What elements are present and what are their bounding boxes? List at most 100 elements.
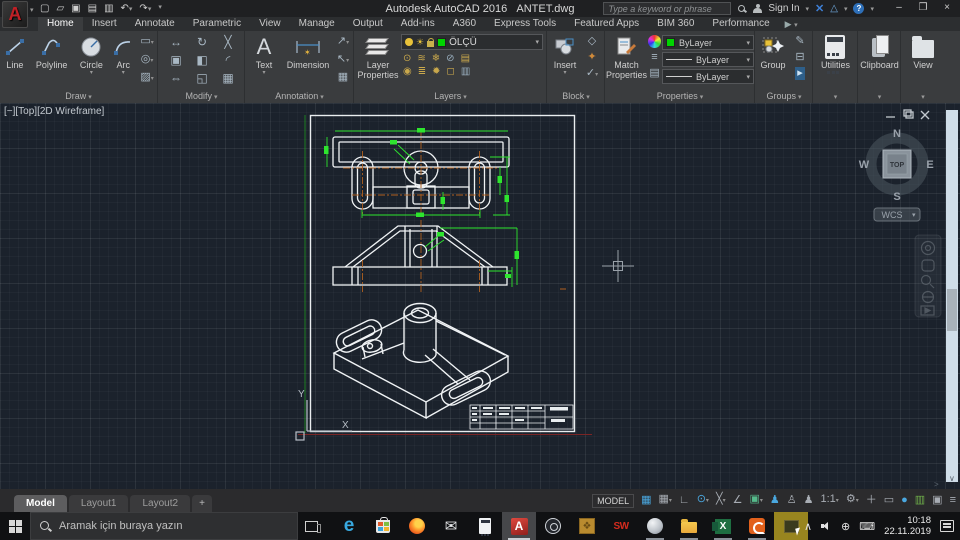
sign-in-button[interactable]: Sign In (768, 3, 799, 14)
linetype-dropdown[interactable]: ByLayer ▾ (662, 69, 754, 84)
navigation-bar[interactable] (914, 234, 942, 318)
new-layout-button[interactable]: + (192, 495, 212, 512)
wcs-dropdown[interactable]: WCS ▾ (873, 207, 921, 222)
polar-tracking-toggle-icon[interactable]: ⊙▾ (697, 488, 709, 513)
grid-display-toggle-icon[interactable]: ▦ (641, 489, 651, 512)
help-search-input[interactable] (603, 2, 732, 15)
taskbar-search-input[interactable] (59, 520, 269, 532)
layers-panel-title[interactable]: Layers (434, 91, 466, 101)
customization-menu-icon[interactable]: ≡ (950, 489, 956, 512)
properties-panel-title[interactable]: Properties (657, 91, 704, 101)
tab-featured-apps[interactable]: Featured Apps (565, 17, 648, 31)
model-space-toggle[interactable]: MODEL (592, 493, 635, 508)
rectangle-tool-icon[interactable]: ▭▾ (137, 35, 157, 50)
annotation-visibility-toggle-icon[interactable]: ♟ (770, 489, 780, 512)
isolate-objects-icon[interactable]: ● (901, 489, 908, 512)
tray-chevron-icon[interactable]: ∧ (804, 520, 812, 533)
tab-annotate[interactable]: Annotate (126, 17, 184, 31)
viewport-controls[interactable]: [−][Top][2D Wireframe] (4, 106, 104, 117)
layer-unlock-tool-icon[interactable]: ◻ (447, 66, 455, 78)
minimize-button[interactable]: – (888, 1, 910, 16)
text-button[interactable]: A Text ▾ (246, 31, 282, 89)
view-button[interactable]: View (912, 31, 934, 89)
annotation-monitor-icon[interactable]: ♟ (804, 489, 814, 512)
viewcube[interactable]: N S W E TOP (859, 128, 934, 203)
clipboard-button[interactable]: Clipboard (860, 31, 899, 89)
tab-express-tools[interactable]: Express Tools (485, 17, 565, 31)
match-properties-button[interactable]: Match Properties (606, 31, 647, 89)
table-tool-icon[interactable]: ▦ (334, 71, 352, 84)
groups-panel-title[interactable]: Groups (767, 91, 802, 101)
ungroup-tool-icon[interactable]: ✎ (795, 35, 804, 48)
group-button[interactable]: Group (756, 31, 790, 89)
open-file-icon[interactable]: ▱ (56, 3, 64, 14)
start-button[interactable] (0, 512, 30, 540)
layer-properties-button[interactable]: Layer Properties (355, 31, 401, 89)
layer-freeze-tool-icon[interactable]: ❄ (432, 53, 440, 65)
performance-recorder-icon[interactable]: ▶ ▾ (785, 17, 798, 31)
qat-customize-caret-icon[interactable]: ▾ (158, 3, 162, 14)
help-caret-icon[interactable]: ▾ (870, 5, 874, 13)
undo-icon[interactable]: ↶▾ (121, 3, 133, 14)
ellipse-tool-icon[interactable]: ◎▾ (137, 53, 157, 68)
edit-block-tool-icon[interactable]: ✦ (582, 51, 602, 64)
save-as-icon[interactable]: ▤ (88, 3, 97, 14)
clean-screen-icon[interactable]: ▣ (932, 489, 942, 512)
ortho-mode-toggle-icon[interactable]: ∟ (679, 489, 690, 512)
taskbar-search-box[interactable] (30, 512, 298, 540)
taskbar-file-explorer[interactable] (672, 512, 706, 540)
sign-in-person-icon[interactable] (753, 3, 763, 14)
arc-button[interactable]: Arc ▾ (109, 31, 137, 89)
restore-button[interactable]: ❐ (912, 1, 934, 16)
viewcube-top-face[interactable]: TOP (890, 162, 905, 169)
network-globe-icon[interactable]: ⊕ (841, 520, 850, 533)
group-selection-toggle-icon[interactable]: ▸ (795, 67, 805, 80)
tab-manage[interactable]: Manage (290, 17, 344, 31)
tab-parametric[interactable]: Parametric (184, 17, 250, 31)
block-attributes-tool-icon[interactable]: ✓▾ (582, 67, 602, 82)
view-expand-caret-icon[interactable] (921, 91, 925, 101)
draw-panel-title[interactable]: Draw (65, 91, 91, 101)
copy-tool-icon[interactable]: ▣ (163, 52, 189, 70)
quick-properties-icon[interactable]: ▭ (884, 489, 894, 512)
add-cleanup-icon[interactable]: ＋ (866, 489, 877, 512)
multileader-tool-icon[interactable]: ↖▾ (334, 53, 352, 68)
circle-button[interactable]: Circle ▾ (74, 31, 110, 89)
taskbar-store[interactable] (366, 512, 400, 540)
taskbar-calculator[interactable] (468, 512, 502, 540)
lineweight-list-icon[interactable]: ≡ (651, 51, 657, 64)
array-tool-icon[interactable]: ▦ (215, 70, 241, 88)
tab-addins[interactable]: Add-ins (392, 17, 444, 31)
isometric-drafting-toggle-icon[interactable]: ╳▾ (716, 488, 726, 513)
fillet-tool-icon[interactable]: ◜ (215, 52, 241, 70)
tab-layout1[interactable]: Layout1 (68, 495, 129, 512)
clipboard-expand-caret-icon[interactable] (878, 91, 882, 101)
leader-tool-icon[interactable]: ↗▾ (334, 35, 352, 50)
create-block-tool-icon[interactable]: ◇ (582, 35, 602, 48)
layer-match-tool-icon[interactable]: ▤ (461, 53, 470, 65)
annotation-panel-title[interactable]: Annotation (275, 91, 324, 101)
tab-performance[interactable]: Performance (703, 17, 778, 31)
object-color-dropdown[interactable]: ByLayer ▾ (662, 35, 754, 50)
taskbar-target-app[interactable] (536, 512, 570, 540)
hardware-acceleration-icon[interactable]: ▥ (915, 489, 925, 512)
hatch-tool-icon[interactable]: ▨▾ (137, 71, 157, 86)
taskbar-clock[interactable]: 10:18 22.11.2019 (884, 515, 931, 537)
lineweight-dropdown[interactable]: ByLayer ▾ (662, 52, 754, 67)
tab-insert[interactable]: Insert (83, 17, 126, 31)
layer-isolate-tool-icon[interactable]: ≋ (417, 53, 425, 65)
layer-thaw-all-tool-icon[interactable]: ✹ (432, 66, 440, 78)
taskbar-edge[interactable]: e (332, 512, 366, 540)
trim-tool-icon[interactable]: ╳ (215, 34, 241, 52)
line-button[interactable]: Line (0, 31, 30, 89)
autoscale-toggle-icon[interactable]: ♙ (787, 489, 797, 512)
mirror-tool-icon[interactable]: ◧ (189, 52, 215, 70)
keyboard-icon[interactable]: ⌨ (859, 520, 875, 533)
group-edit-tool-icon[interactable]: ⊟ (795, 51, 804, 64)
layer-unisolate-tool-icon[interactable]: ≣ (418, 66, 426, 78)
taskbar-orange-app[interactable] (740, 512, 774, 540)
object-snap-tracking-toggle-icon[interactable]: ∠ (733, 489, 743, 512)
dimension-button[interactable]: ✶ Dimension (282, 31, 334, 89)
polyline-button[interactable]: Polyline (30, 31, 74, 89)
modify-panel-title[interactable]: Modify (186, 91, 218, 101)
